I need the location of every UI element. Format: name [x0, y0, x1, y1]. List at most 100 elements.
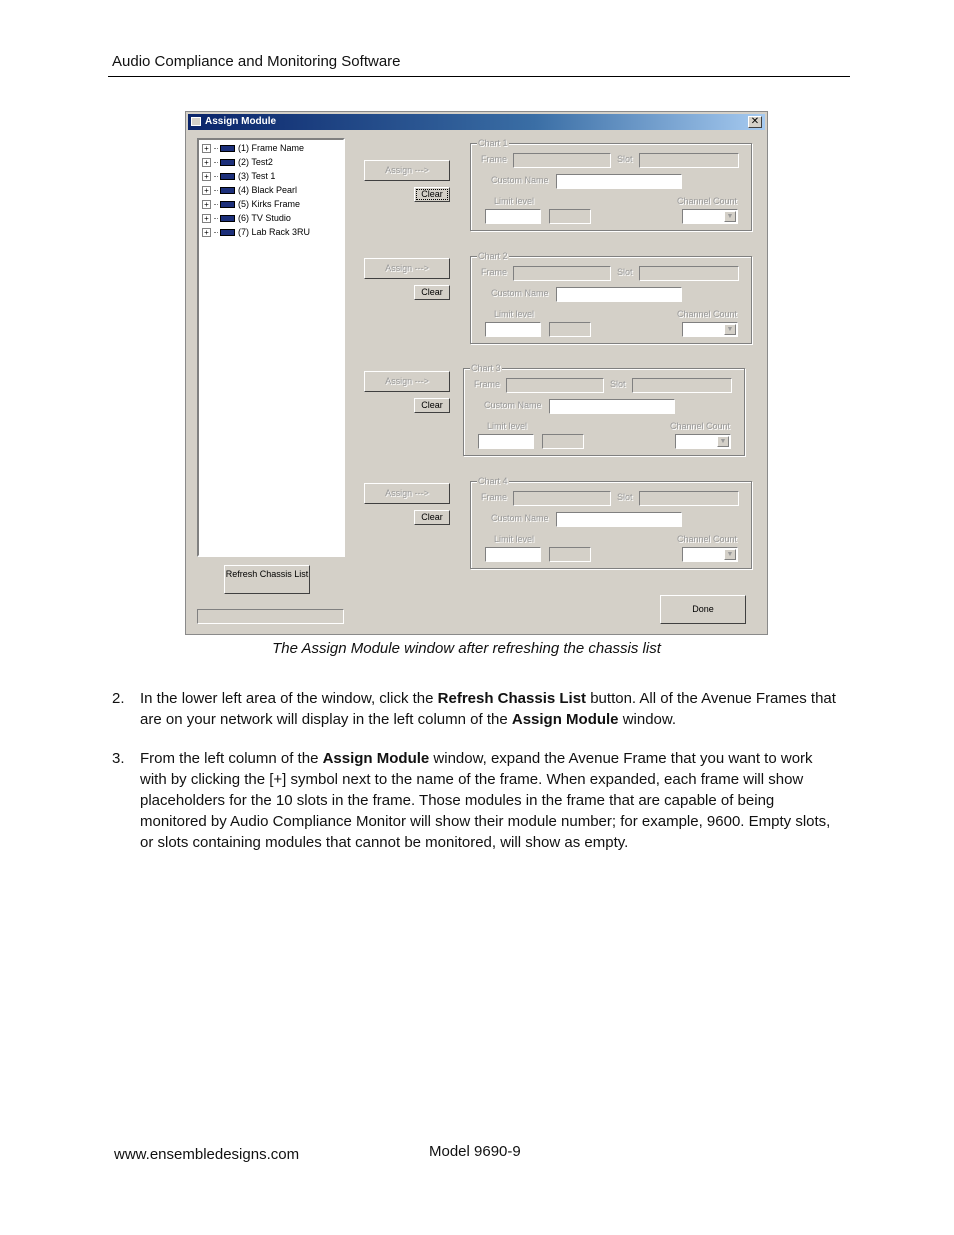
chassis-icon — [220, 173, 235, 181]
chart-2-legend: Chart 2 — [477, 251, 509, 261]
assign-button-chart-4[interactable]: Assign ---> — [364, 483, 450, 504]
step-emphasis: Refresh Chassis List — [437, 690, 587, 707]
tree-item[interactable]: + (3) Test 1 — [202, 171, 275, 184]
limit-level-input[interactable] — [485, 547, 541, 562]
channel-count-select[interactable]: ▼ — [682, 209, 738, 224]
custom-name-input[interactable] — [556, 512, 682, 527]
limit-level-input[interactable] — [485, 322, 541, 337]
chart-4-legend: Chart 4 — [477, 476, 509, 486]
tree-connector — [214, 176, 218, 178]
chassis-icon — [220, 215, 235, 223]
tree-item[interactable]: + (7) Lab Rack 3RU — [202, 227, 310, 240]
custom-name-label: Custom Name — [491, 175, 549, 185]
clear-button-chart-4[interactable]: Clear — [414, 510, 450, 525]
step-body: In the lower left area of the window, cl… — [140, 688, 838, 730]
expand-icon[interactable]: + — [202, 144, 211, 154]
tree-connector — [214, 148, 218, 150]
slot-field — [639, 491, 739, 506]
refresh-chassis-list-button[interactable]: Refresh Chassis List — [224, 565, 310, 594]
header-title: Audio Compliance and Monitoring Software — [112, 53, 401, 70]
limit-level-label: Limit level — [487, 421, 528, 431]
done-button[interactable]: Done — [660, 595, 746, 624]
channel-count-select[interactable]: ▼ — [682, 322, 738, 337]
chassis-icon — [220, 187, 235, 195]
window-icon — [191, 117, 201, 126]
slot-label: Slot — [617, 154, 633, 164]
channel-count-select[interactable]: ▼ — [682, 547, 738, 562]
chevron-down-icon[interactable]: ▼ — [724, 324, 736, 335]
chart-3-legend: Chart 3 — [470, 363, 502, 373]
figure-caption: The Assign Module window after refreshin… — [272, 640, 661, 657]
limit-level-label: Limit level — [494, 309, 535, 319]
expand-icon[interactable]: + — [202, 158, 211, 168]
step-text: window. — [618, 711, 677, 728]
chassis-tree[interactable]: + (1) Frame Name + (2) Test2 + (3) Test 1 +… — [197, 138, 345, 557]
tree-item[interactable]: + (1) Frame Name — [202, 143, 304, 156]
assign-button-chart-2[interactable]: Assign ---> — [364, 258, 450, 279]
custom-name-input[interactable] — [549, 399, 675, 414]
step-text: In the lower left area of the window, cl… — [140, 690, 438, 707]
tree-connector — [214, 162, 218, 164]
clear-button-chart-2[interactable]: Clear — [414, 285, 450, 300]
custom-name-input[interactable] — [556, 174, 682, 189]
tree-item[interactable]: + (4) Black Pearl — [202, 185, 297, 198]
chevron-down-icon[interactable]: ▼ — [724, 211, 736, 222]
step-text: From the left column of the — [140, 750, 323, 767]
header-rule — [108, 76, 850, 77]
channel-count-select[interactable]: ▼ — [675, 434, 731, 449]
progress-bar — [197, 609, 344, 624]
chassis-icon — [220, 201, 235, 209]
tree-connector — [214, 190, 218, 192]
assign-button-chart-3[interactable]: Assign ---> — [364, 371, 450, 392]
expand-icon[interactable]: + — [202, 186, 211, 196]
expand-icon[interactable]: + — [202, 172, 211, 182]
limit-level-label: Limit level — [494, 534, 535, 544]
expand-icon[interactable]: + — [202, 214, 211, 224]
channel-count-label: Channel Count — [677, 196, 738, 206]
chassis-icon — [220, 229, 235, 237]
frame-field — [513, 491, 611, 506]
tree-connector — [214, 218, 218, 220]
tree-item-label: (3) Test 1 — [238, 171, 276, 181]
tree-item[interactable]: + (6) TV Studio — [202, 213, 291, 226]
limit-level-input[interactable] — [478, 434, 534, 449]
slot-field — [639, 266, 739, 281]
tree-item-label: (4) Black Pearl — [238, 185, 298, 195]
custom-name-label: Custom Name — [484, 400, 542, 410]
limit-level-display — [549, 209, 591, 224]
expand-icon[interactable]: + — [202, 228, 211, 238]
frame-field — [513, 266, 611, 281]
slot-field — [632, 378, 732, 393]
step-2: 2. In the lower left area of the window,… — [112, 688, 838, 730]
assign-button-chart-1[interactable]: Assign ---> — [364, 160, 450, 181]
tree-connector — [214, 232, 218, 234]
tree-item-label: (1) Frame Name — [238, 143, 305, 153]
chassis-icon — [220, 145, 235, 153]
custom-name-input[interactable] — [556, 287, 682, 302]
slot-field — [639, 153, 739, 168]
limit-level-input[interactable] — [485, 209, 541, 224]
limit-level-display — [549, 322, 591, 337]
clear-button-chart-1[interactable]: Clear — [414, 187, 450, 202]
chevron-down-icon[interactable]: ▼ — [724, 549, 736, 560]
chart-1-group: Chart 1 Frame Slot Custom Name Limit lev… — [470, 138, 752, 231]
chart-1-legend: Chart 1 — [477, 138, 509, 148]
chevron-down-icon[interactable]: ▼ — [717, 436, 729, 447]
title-bar[interactable]: Assign Module ✕ — [188, 114, 765, 130]
frame-label: Frame — [474, 379, 501, 389]
tree-item[interactable]: + (2) Test2 — [202, 157, 273, 170]
channel-count-label: Channel Count — [670, 421, 731, 431]
clear-button-chart-3[interactable]: Clear — [414, 398, 450, 413]
step-emphasis: Assign Module — [322, 750, 430, 767]
chassis-icon — [220, 159, 235, 167]
frame-label: Frame — [481, 492, 508, 502]
chart-4-group: Chart 4 Frame Slot Custom Name Limit lev… — [470, 476, 752, 569]
tree-item[interactable]: + (5) Kirks Frame — [202, 199, 300, 212]
footer-website: www.ensembledesigns.com — [114, 1146, 300, 1163]
window-title: Assign Module — [205, 116, 277, 127]
limit-level-label: Limit level — [494, 196, 535, 206]
tree-item-label: (6) TV Studio — [238, 213, 291, 223]
tree-item-label: (2) Test2 — [238, 157, 273, 167]
expand-icon[interactable]: + — [202, 200, 211, 210]
close-icon[interactable]: ✕ — [748, 116, 762, 128]
